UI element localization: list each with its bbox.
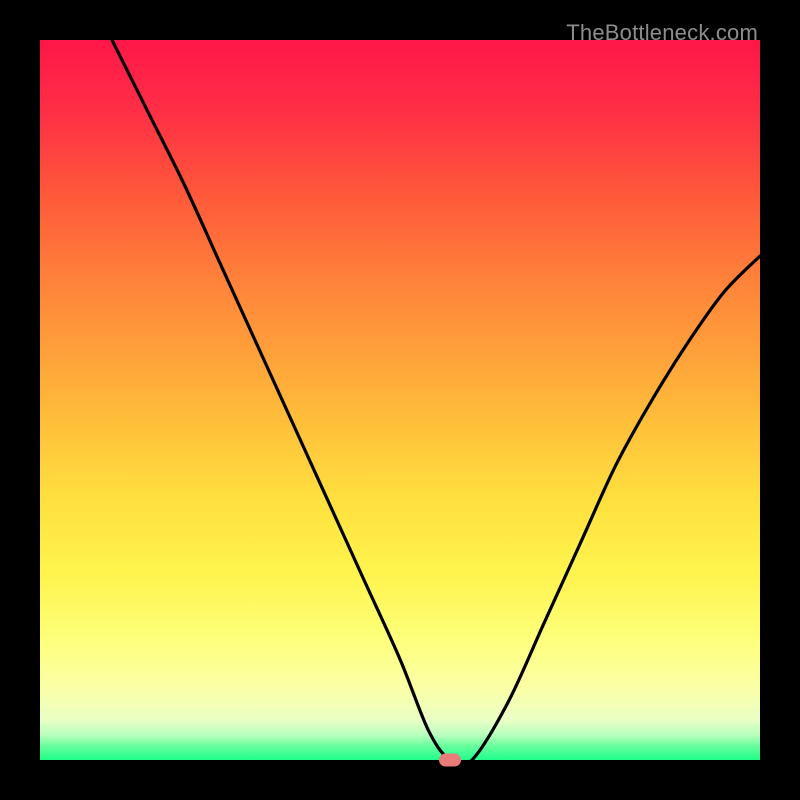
bottleneck-curve (40, 40, 760, 760)
watermark-text: TheBottleneck.com (566, 20, 758, 46)
optimum-marker (439, 754, 461, 767)
plot-area (40, 40, 760, 760)
chart-frame: TheBottleneck.com (0, 0, 800, 800)
